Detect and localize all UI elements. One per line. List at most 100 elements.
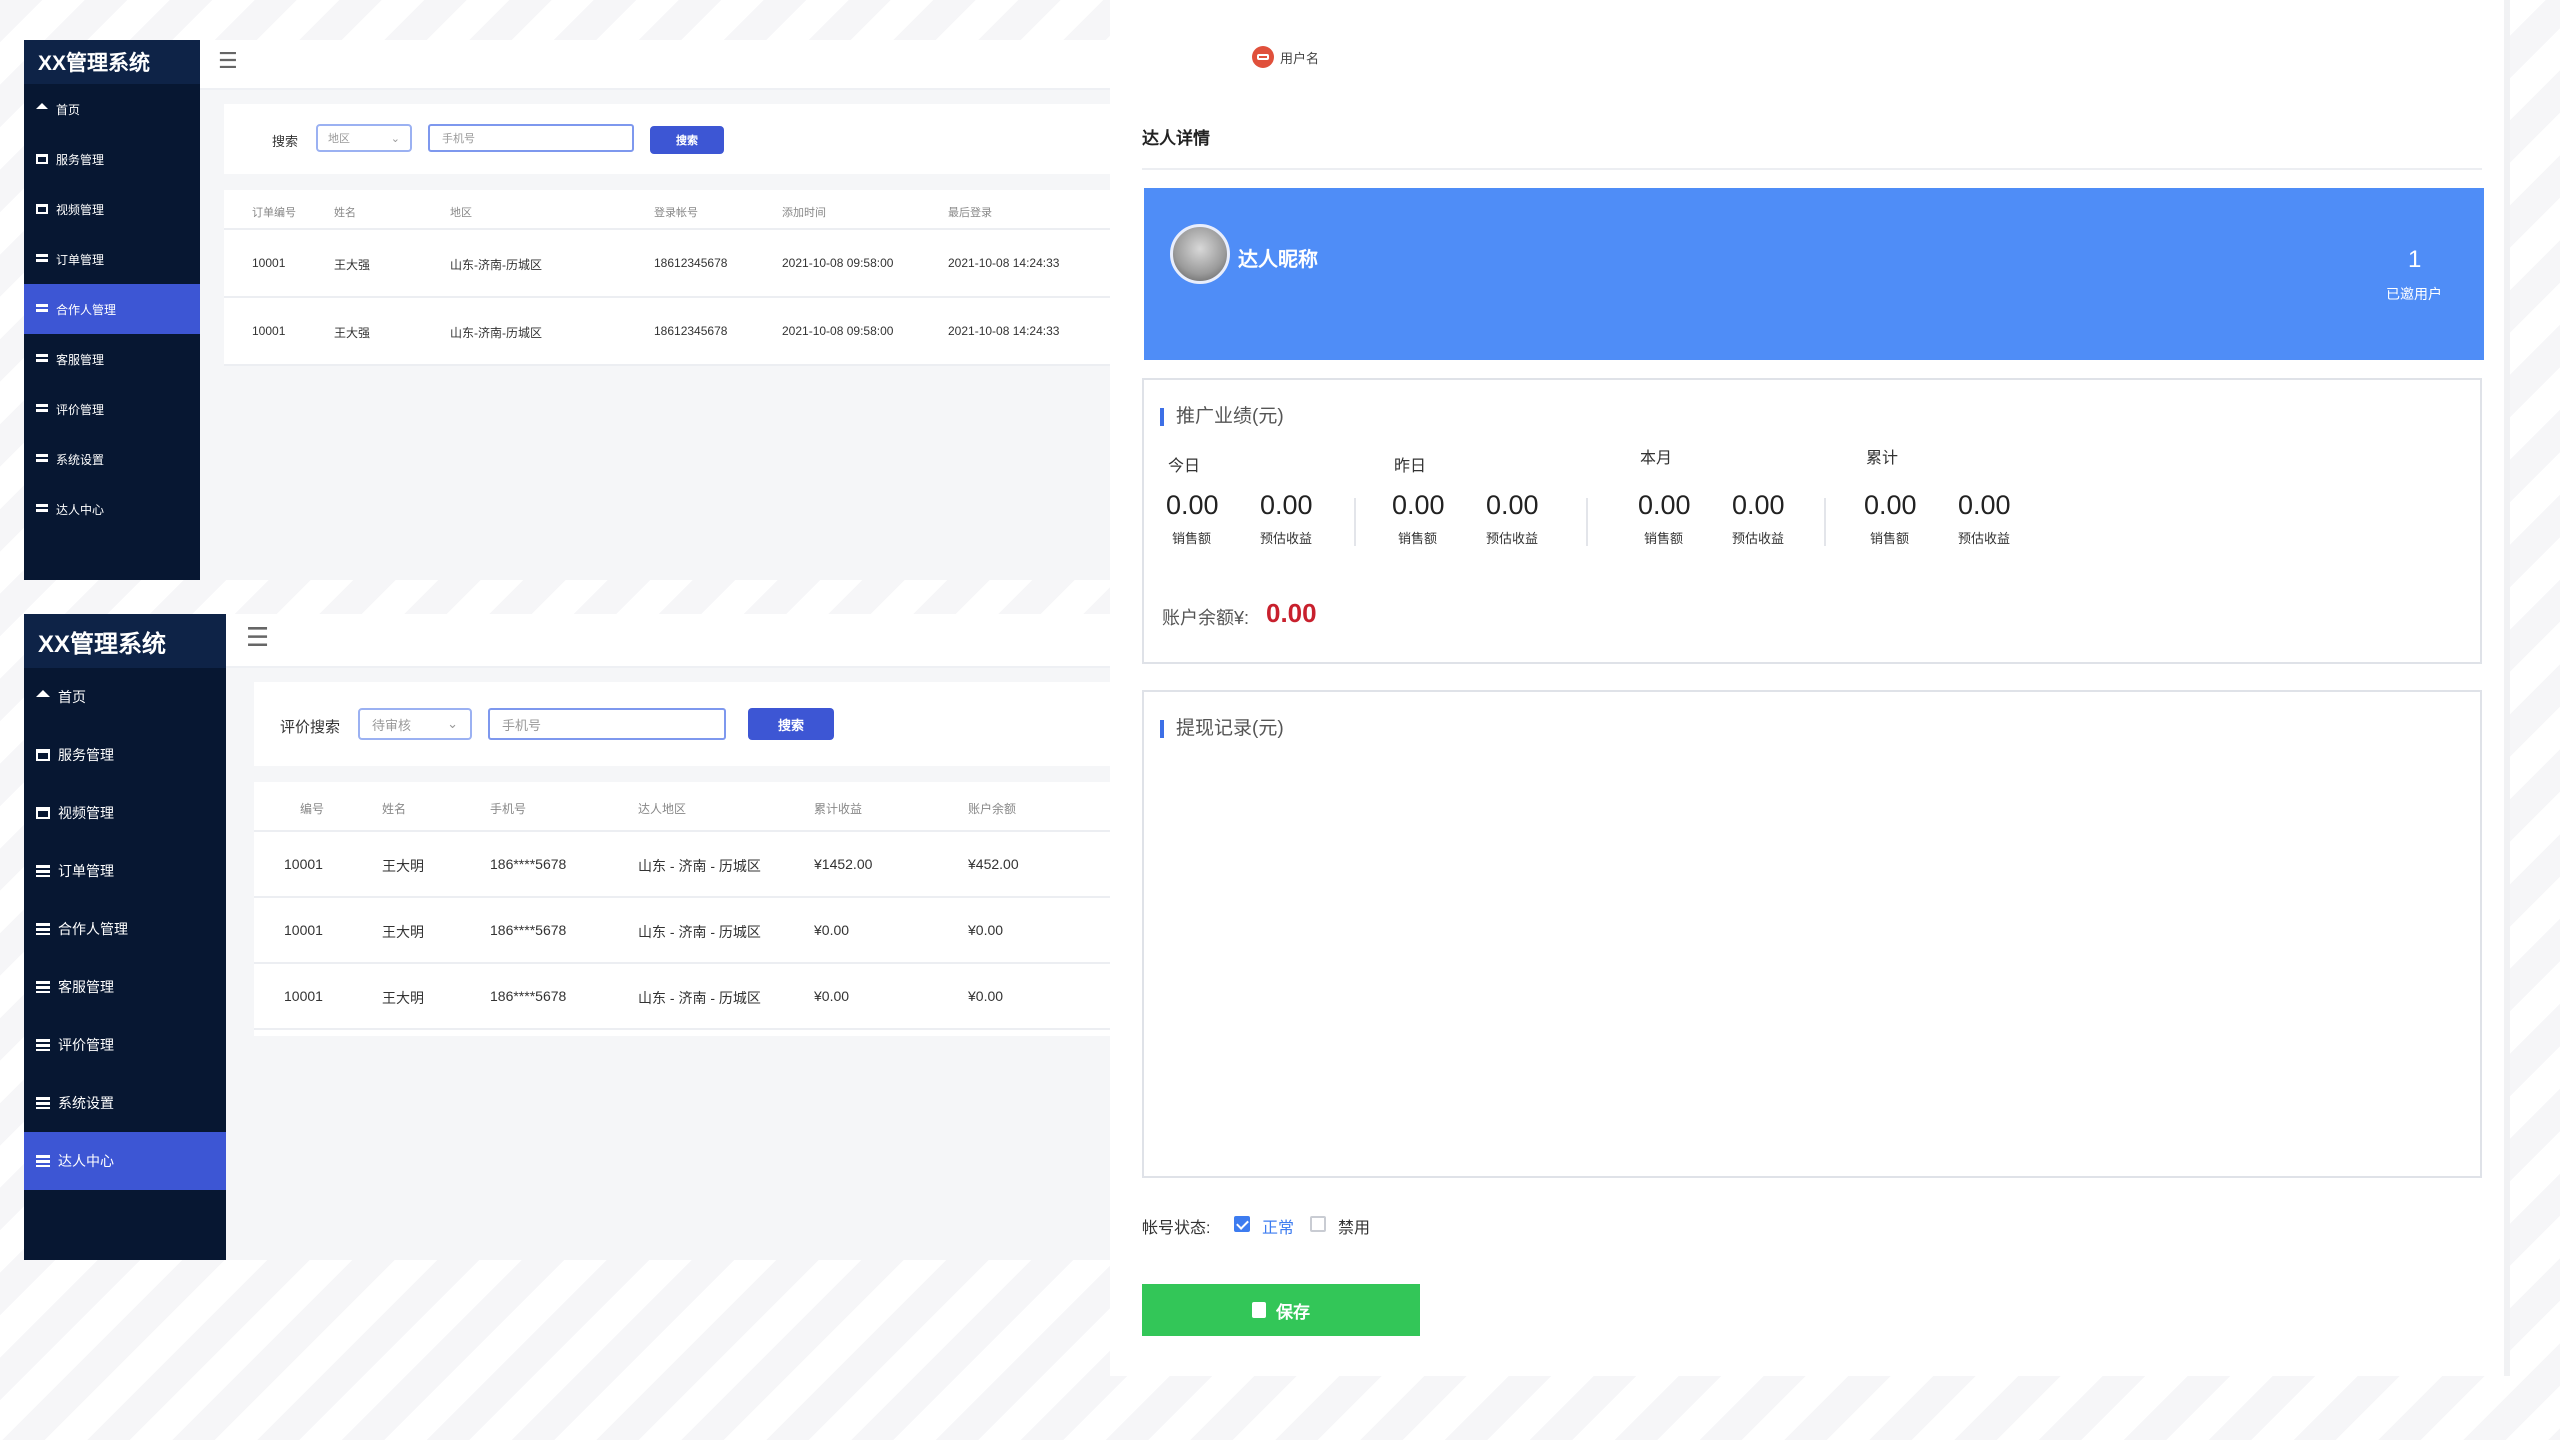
sidebar-item[interactable]: 订单管理 xyxy=(24,842,226,900)
admin-panel-influencers: XX管理系统 首页服务管理视频管理订单管理合作人管理客服管理评价管理系统设置达人… xyxy=(24,614,1110,1260)
table-cell: 10001 xyxy=(284,922,323,938)
table-cell: ¥0.00 xyxy=(814,922,850,938)
table-cell: 王大明 xyxy=(382,990,424,1006)
sidebar-item[interactable]: 订单管理 xyxy=(24,234,200,284)
search-label: 评价搜索 xyxy=(280,719,341,736)
sales-value: 0.00 xyxy=(1638,490,1691,520)
list-icon xyxy=(36,923,50,935)
title-divider xyxy=(1142,168,2482,170)
table-row[interactable]: 10001 王大明 186****5678 山东 - 济南 - 历城区 ¥0.00 ¥0.… xyxy=(254,898,1110,964)
search-button-label: 搜索 xyxy=(777,717,804,733)
sidebar-item[interactable]: 服务管理 xyxy=(24,134,200,184)
list-icon xyxy=(36,453,48,465)
sidebar-item[interactable]: 合作人管理 xyxy=(24,284,200,334)
avatar xyxy=(1170,224,1230,284)
menu-toggle-icon[interactable]: ☰ xyxy=(246,622,269,653)
sidebar-item[interactable]: 评价管理 xyxy=(24,384,200,434)
col-total-income: 累计收益 xyxy=(814,802,863,816)
sidebar-item[interactable]: 首页 xyxy=(24,668,226,726)
brand-text: XX管理系统 xyxy=(38,52,151,75)
search-card: 搜索 地区 ⌄ 手机号 搜索 xyxy=(224,104,1110,174)
save-button[interactable]: 保存 xyxy=(1142,1284,1420,1336)
menu-toggle-icon[interactable]: ☰ xyxy=(218,48,238,74)
search-button[interactable]: 搜索 xyxy=(650,126,724,154)
balance-value: 0.00 xyxy=(1266,598,1317,628)
admin-panel-partners: XX管理系统 首页 服务管理 视频管理 订单管理合作人管理客服管理评价管理 系统设置达人… xyxy=(24,40,1110,580)
status-select[interactable]: 待审核 ⌄ xyxy=(358,708,472,740)
phone-input[interactable]: 手机号 xyxy=(488,708,726,740)
user-menu[interactable]: 用户名 xyxy=(1252,46,1319,68)
table-cell: ¥0.00 xyxy=(968,922,1004,938)
invited-count: 1 xyxy=(2408,246,2422,273)
table-cell: 18612345678 xyxy=(654,324,728,338)
table-cell: 2021-10-08 09:58:00 xyxy=(782,256,894,270)
sidebar-item-label: 合作人管理 xyxy=(56,302,117,317)
sidebar-item[interactable]: 视频管理 xyxy=(24,784,226,842)
table-cell: 王大强 xyxy=(334,258,371,272)
sidebar-item[interactable]: 系统设置 xyxy=(24,434,200,484)
income-value: 0.00 xyxy=(1486,490,1539,520)
sidebar-item-label: 首页 xyxy=(58,689,86,705)
table-row[interactable]: 10001 王大明 186****5678 山东 - 济南 - 历城区 ¥1452.00… xyxy=(254,832,1110,898)
income-label: 预估收益 xyxy=(1732,531,1785,546)
region-select[interactable]: 地区 ⌄ xyxy=(316,124,412,152)
table-cell: 2021-10-08 14:24:33 xyxy=(948,324,1060,338)
status-normal-checkbox[interactable] xyxy=(1234,1216,1250,1232)
table-cell: ¥0.00 xyxy=(968,988,1004,1004)
home-icon xyxy=(36,690,50,697)
sidebar-item-label: 服务管理 xyxy=(58,747,114,763)
table-cell: 2021-10-08 09:58:00 xyxy=(782,324,894,338)
sidebar-item[interactable]: 评价管理 xyxy=(24,1016,226,1074)
store-icon xyxy=(36,749,50,761)
table-row[interactable]: 10001 王大强 山东-济南-历城区 18612345678 2021-10-08 0… xyxy=(224,298,1110,366)
sidebar-item[interactable]: 客服管理 xyxy=(24,334,200,384)
status-disabled-label[interactable]: 禁用 xyxy=(1338,1214,1370,1238)
table-cell: 王大强 xyxy=(334,326,371,340)
store-icon xyxy=(36,154,48,164)
sidebar-item[interactable]: 达人中心 xyxy=(24,1132,226,1190)
period-name: 今日 xyxy=(1168,458,1201,475)
sidebar-item-label: 客服管理 xyxy=(58,979,114,995)
col-account: 登录帐号 xyxy=(654,207,698,219)
col-region: 地区 xyxy=(450,207,472,219)
list-icon xyxy=(36,503,48,515)
status-disabled-checkbox[interactable] xyxy=(1310,1216,1326,1232)
search-button[interactable]: 搜索 xyxy=(748,708,834,740)
col-balance: 账户余额 xyxy=(968,802,1017,816)
phone-input[interactable]: 手机号 xyxy=(428,124,634,152)
table-cell: 山东 - 济南 - 历城区 xyxy=(638,990,761,1006)
table-row[interactable]: 10001 王大明 186****5678 山东 - 济南 - 历城区 ¥0.00 ¥0.… xyxy=(254,964,1110,1030)
table-cell: 王大明 xyxy=(382,924,424,940)
sidebar-item-label: 评价管理 xyxy=(58,1037,114,1053)
sidebar-item-label: 达人中心 xyxy=(58,1153,114,1169)
table-cell: 10001 xyxy=(284,856,323,872)
sales-label: 销售额 xyxy=(1172,531,1212,546)
table-cell: 山东-济南-历城区 xyxy=(450,326,542,340)
sidebar-item[interactable]: 视频管理 xyxy=(24,184,200,234)
withdraw-section: 提现记录(元) xyxy=(1142,690,2482,1178)
sidebar-item-label: 客服管理 xyxy=(56,352,105,367)
sidebar-item[interactable]: 客服管理 xyxy=(24,958,226,1016)
sales-value: 0.00 xyxy=(1392,490,1445,520)
sidebar-item[interactable]: 系统设置 xyxy=(24,1074,226,1132)
brand-title: XX管理系统 xyxy=(24,614,226,668)
list-icon xyxy=(36,865,50,877)
table-cell: 18612345678 xyxy=(654,256,728,270)
phone-input-placeholder: 手机号 xyxy=(442,133,475,145)
table-row[interactable]: 10001 王大强 山东-济南-历城区 18612345678 2021-10-08 0… xyxy=(224,230,1110,298)
col-name: 姓名 xyxy=(334,207,356,219)
sidebar-item-label: 系统设置 xyxy=(58,1095,114,1111)
sidebar-item-label: 达人中心 xyxy=(56,502,105,517)
sidebar-item[interactable]: 达人中心 xyxy=(24,484,200,534)
sidebar-item-label: 订单管理 xyxy=(58,863,114,879)
sidebar-item[interactable]: 合作人管理 xyxy=(24,900,226,958)
status-normal-label[interactable]: 正常 xyxy=(1262,1214,1294,1238)
sidebar-item[interactable]: 首页 xyxy=(24,84,200,134)
sidebar-item[interactable]: 服务管理 xyxy=(24,726,226,784)
save-icon xyxy=(1252,1302,1266,1318)
page-title: 达人详情 xyxy=(1142,129,1210,148)
status-select-value: 待审核 xyxy=(372,717,412,733)
username: 用户名 xyxy=(1280,50,1320,66)
list-icon xyxy=(36,1039,50,1051)
table-cell: 王大明 xyxy=(382,858,424,874)
